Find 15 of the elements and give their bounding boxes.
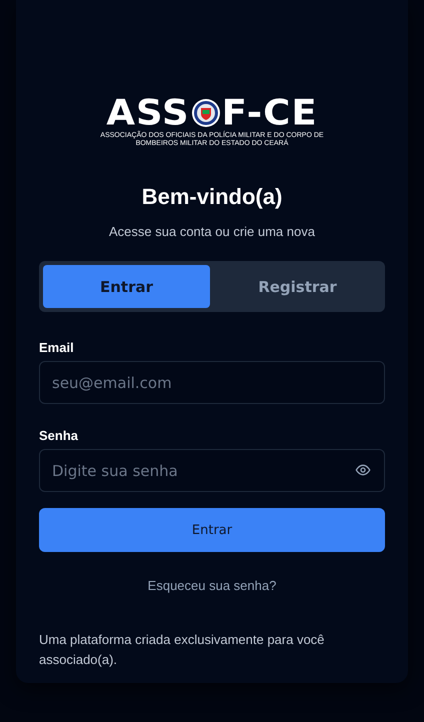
logo-wordmark: ASS xyxy=(106,98,190,128)
logo-wordmark: F-CE xyxy=(222,98,318,128)
eye-icon[interactable] xyxy=(355,462,371,478)
field-label: Senha xyxy=(39,428,80,443)
password-field[interactable]: Digite sua senha xyxy=(39,449,385,492)
auth-tab[interactable]: Entrar xyxy=(43,265,210,308)
footer-text: Uma plataforma criada exclusivamente para você associado(a). xyxy=(39,631,326,669)
email-field[interactable]: seu@email.com xyxy=(39,361,385,404)
auth-tab[interactable]: Registrar xyxy=(214,265,381,308)
login-button[interactable]: Entrar xyxy=(39,508,385,552)
welcome-title: Bem-vindo(a) xyxy=(140,184,284,210)
field-label: Email xyxy=(39,340,75,355)
emblem-icon xyxy=(190,98,221,128)
forgot-password-link[interactable]: Esqueceu sua senha? xyxy=(148,578,276,593)
welcome-subtitle: Acesse sua conta ou crie uma nova xyxy=(108,224,316,239)
